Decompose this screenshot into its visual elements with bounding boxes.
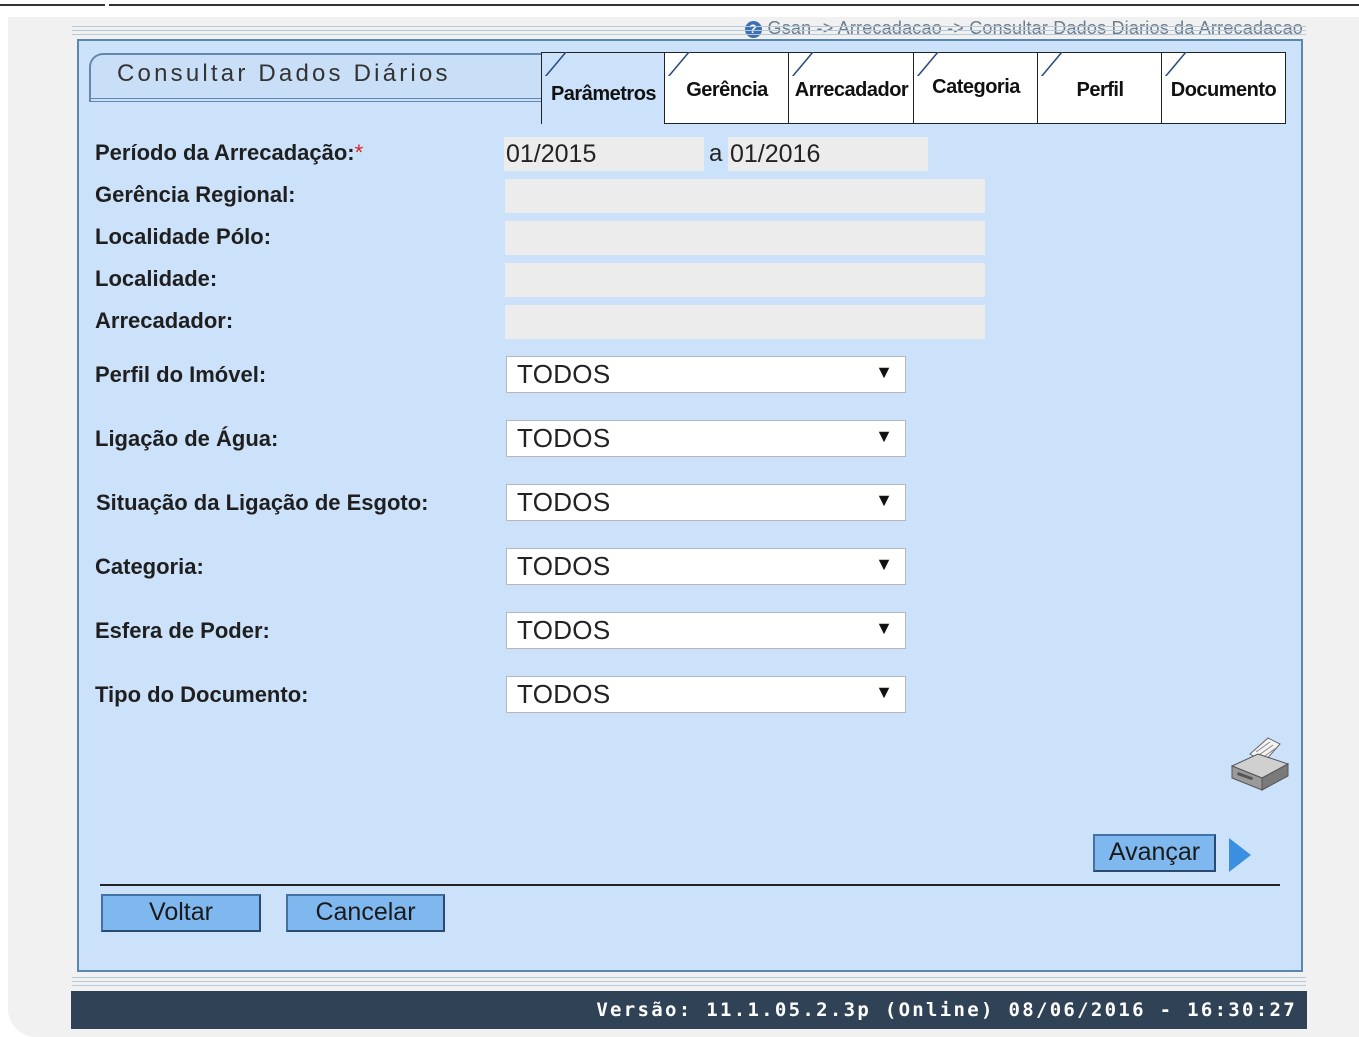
ligacao-agua-select[interactable]: TODOS ▼ <box>506 420 906 457</box>
breadcrumb: ? Gsan -> Arrecadacao -> Consultar Dados … <box>744 18 1303 39</box>
tab-label: Perfil <box>1076 79 1124 101</box>
tab-documento[interactable]: Documento <box>1140 52 1286 124</box>
arrow-right-icon[interactable] <box>1229 838 1251 872</box>
periodo-separator: a <box>709 140 723 167</box>
divider <box>72 981 1306 982</box>
tab-categoria[interactable]: Categoria <box>892 52 1039 124</box>
localidade-polo-label: Localidade Pólo: <box>95 224 272 249</box>
ligacao-agua-label: Ligação de Água: <box>95 426 279 451</box>
chevron-down-icon: ▼ <box>875 554 893 574</box>
cancelar-button[interactable]: Cancelar <box>286 894 445 932</box>
separator <box>100 884 1280 886</box>
select-value: TODOS <box>517 679 611 709</box>
tab-arrecadador[interactable]: Arrecadador <box>767 52 915 124</box>
tab-label: Documento <box>1170 79 1277 101</box>
arrecadador-field[interactable] <box>505 305 985 339</box>
esfera-poder-label: Esfera de Poder: <box>95 618 270 643</box>
divider <box>72 30 1306 31</box>
esfera-poder-select[interactable]: TODOS ▼ <box>506 612 906 649</box>
top-rule <box>0 4 1359 6</box>
perfil-imovel-label: Perfil do Imóvel: <box>95 362 267 387</box>
chevron-down-icon: ▼ <box>875 682 893 702</box>
version-text: Versão: 11.1.05.2.3p (Online) 08/06/2016… <box>596 999 1297 1021</box>
divider <box>72 985 1306 986</box>
periodo-final-field[interactable]: 01/2016 <box>728 137 928 171</box>
categoria-select[interactable]: TODOS ▼ <box>506 548 906 585</box>
periodo-label-text: Período da Arrecadação: <box>95 140 355 165</box>
select-value: TODOS <box>517 423 611 453</box>
tipo-documento-label: Tipo do Documento: <box>95 682 309 707</box>
chevron-down-icon: ▼ <box>875 426 893 446</box>
tab-label: Categoria <box>932 76 1020 98</box>
page-title-underline <box>89 98 544 102</box>
tab-label: Arrecadador <box>794 79 909 101</box>
arrecadador-label: Arrecadador: <box>95 308 234 333</box>
localidade-polo-field[interactable] <box>505 221 985 255</box>
perfil-imovel-select[interactable]: TODOS ▼ <box>506 356 906 393</box>
breadcrumb-text: Gsan -> Arrecadacao -> Consultar Dados D… <box>767 18 1303 38</box>
periodo-label: Período da Arrecadação:* <box>95 140 363 166</box>
divider <box>72 977 1306 978</box>
situacao-esgoto-select[interactable]: TODOS ▼ <box>506 484 906 521</box>
localidade-field[interactable] <box>505 263 985 297</box>
chevron-down-icon: ▼ <box>875 618 893 638</box>
tab-gerencia[interactable]: Gerência <box>643 52 790 124</box>
tipo-documento-select[interactable]: TODOS ▼ <box>506 676 906 713</box>
avancar-button[interactable]: Avançar <box>1093 834 1216 872</box>
categoria-label: Categoria: <box>95 554 204 579</box>
chevron-down-icon: ▼ <box>875 362 893 382</box>
divider <box>72 34 1306 35</box>
periodo-inicial-field[interactable]: 01/2015 <box>504 137 704 171</box>
footer-bar: Versão: 11.1.05.2.3p (Online) 08/06/2016… <box>71 991 1307 1029</box>
select-value: TODOS <box>517 487 611 517</box>
situacao-esgoto-label: Situação da Ligação de Esgoto: <box>96 490 429 515</box>
voltar-button[interactable]: Voltar <box>101 894 261 932</box>
divider <box>72 26 1306 27</box>
tab-parametros[interactable]: Parâmetros <box>520 52 666 124</box>
top-rule-gap <box>105 0 109 8</box>
localidade-label: Localidade: <box>95 266 218 291</box>
select-value: TODOS <box>517 359 611 389</box>
select-value: TODOS <box>517 615 611 645</box>
tab-label: Gerência <box>686 79 768 101</box>
chevron-down-icon: ▼ <box>875 490 893 510</box>
select-value: TODOS <box>517 551 611 581</box>
required-marker: * <box>354 140 364 165</box>
tab-label: Parâmetros <box>550 83 657 105</box>
tab-perfil[interactable]: Perfil <box>1016 52 1163 124</box>
gerencia-regional-label: Gerência Regional: <box>95 182 296 207</box>
page-title: Consultar Dados Diários <box>117 60 451 87</box>
printer-icon[interactable] <box>1228 736 1290 792</box>
gerencia-regional-field[interactable] <box>505 179 985 213</box>
